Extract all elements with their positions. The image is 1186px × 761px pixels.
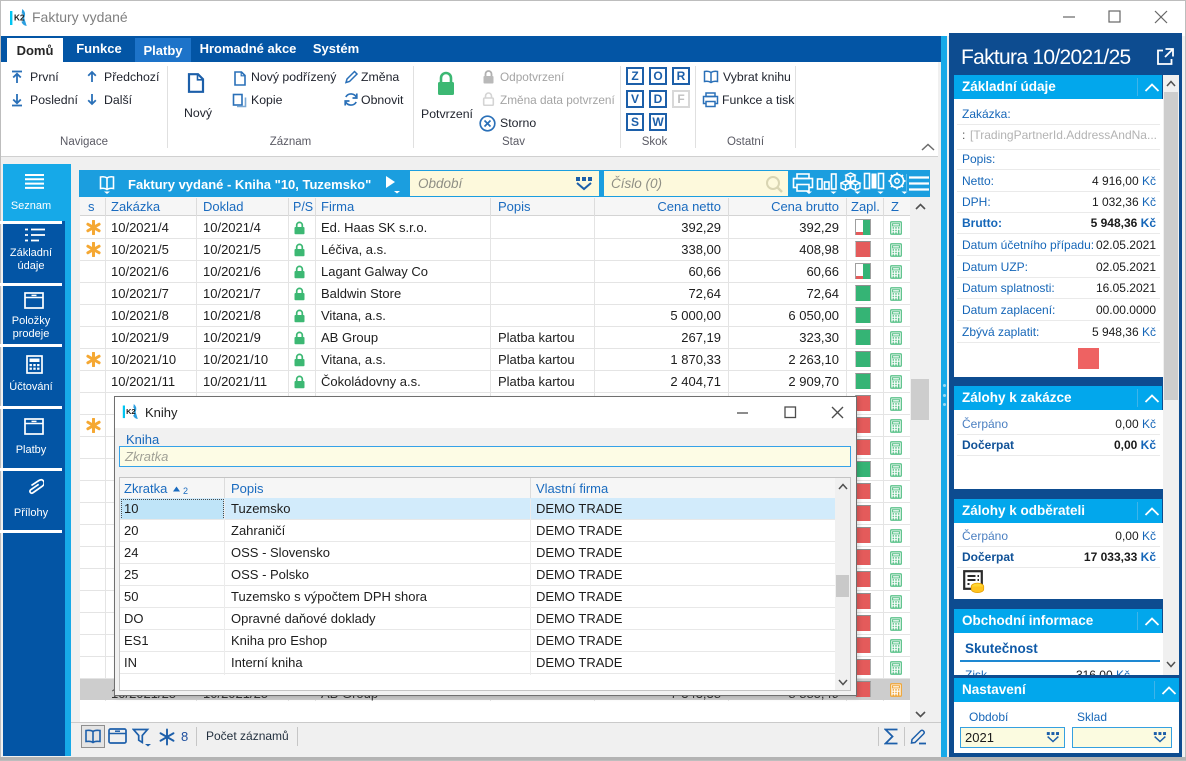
- svg-text:K2: K2: [126, 407, 135, 416]
- svg-text:K2: K2: [14, 14, 25, 23]
